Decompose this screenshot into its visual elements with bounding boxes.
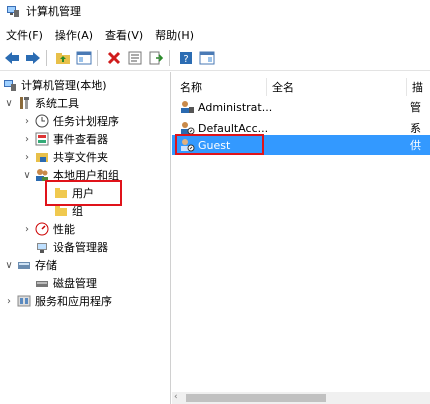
tree-label: 磁盘管理 — [53, 277, 97, 290]
scroll-left-icon[interactable]: ‹ — [174, 392, 178, 402]
toolbar-separator — [46, 50, 47, 66]
user-disabled-icon — [181, 122, 195, 135]
chevron-right-icon[interactable]: › — [22, 116, 32, 127]
show-hide-tree-icon[interactable] — [75, 49, 93, 67]
tree-item-performance[interactable]: › 性能 — [22, 220, 75, 238]
tree-item-task-scheduler[interactable]: › 任务计划程序 — [22, 112, 119, 130]
event-viewer-icon — [35, 132, 49, 146]
export-list-icon[interactable] — [147, 49, 165, 67]
tree-label: 计算机管理(本地) — [21, 79, 107, 92]
menu-bar: 文件(F) 操作(A) 查看(V) 帮助(H) — [0, 26, 430, 44]
forward-icon[interactable] — [24, 49, 42, 67]
tree-label: 共享文件夹 — [53, 151, 108, 164]
folder-icon — [55, 188, 67, 198]
user-description: 管 — [410, 101, 421, 114]
tree-item-services-apps[interactable]: › 服务和应用程序 — [4, 292, 112, 310]
tree-item-event-viewer[interactable]: › 事件查看器 — [22, 130, 108, 148]
column-divider[interactable] — [406, 78, 407, 96]
tree-label: 性能 — [53, 223, 75, 236]
horizontal-scrollbar[interactable]: ‹ — [172, 392, 430, 404]
chevron-right-icon[interactable]: › — [4, 296, 14, 307]
column-header-name[interactable]: 名称 — [180, 78, 202, 96]
tree-item-users[interactable]: 用户 — [54, 184, 94, 202]
chevron-right-icon[interactable]: › — [22, 224, 32, 235]
chevron-right-icon[interactable]: › — [22, 152, 32, 163]
chevron-down-icon[interactable]: ∨ — [4, 98, 14, 109]
window-title: 计算机管理 — [26, 5, 81, 18]
tree-label: 任务计划程序 — [53, 115, 119, 128]
menu-action[interactable]: 操作(A) — [55, 27, 93, 43]
chevron-down-icon[interactable]: ∨ — [22, 170, 32, 181]
tools-icon — [20, 97, 29, 109]
menu-help[interactable]: 帮助(H) — [155, 27, 194, 43]
help-icon[interactable]: ? — [177, 49, 195, 67]
storage-icon — [18, 262, 30, 269]
tree-item-disk-management[interactable]: 磁盘管理 — [35, 274, 97, 292]
user-description: 供 — [410, 139, 421, 152]
tree-label: 服务和应用程序 — [35, 295, 112, 308]
column-header-description[interactable]: 描 — [412, 78, 423, 96]
tree-item-storage[interactable]: ∨ 存储 — [4, 256, 57, 274]
back-icon[interactable] — [3, 49, 21, 67]
up-folder-icon[interactable] — [54, 49, 72, 67]
user-description: 系 — [410, 122, 421, 135]
table-row-administrator[interactable]: Administrat... 管 — [172, 97, 430, 117]
computer-management-icon — [4, 80, 16, 91]
tree-item-groups[interactable]: 组 — [54, 202, 83, 220]
folder-icon — [55, 206, 67, 216]
tree-label: 系统工具 — [35, 97, 79, 110]
column-header-fullname[interactable]: 全名 — [272, 78, 294, 96]
title-bar: 计算机管理 — [0, 0, 430, 22]
tree-item-computer-management[interactable]: 计算机管理(本地) — [3, 76, 107, 94]
tree-item-shared-folders[interactable]: › 共享文件夹 — [22, 148, 108, 166]
chevron-down-icon[interactable]: ∨ — [4, 260, 14, 271]
user-icon — [181, 101, 194, 113]
tree-label: 设备管理器 — [53, 241, 108, 254]
table-row-guest[interactable]: Guest 供 — [172, 135, 430, 155]
delete-icon[interactable] — [105, 49, 123, 67]
toolbar-separator — [97, 50, 98, 66]
column-divider[interactable] — [266, 78, 267, 96]
menu-view[interactable]: 查看(V) — [105, 27, 143, 43]
user-name: Guest — [198, 138, 231, 152]
user-name: DefaultAcc... — [198, 121, 269, 135]
toolbar: ? — [0, 46, 430, 71]
console-icon[interactable] — [198, 49, 216, 67]
navigation-tree: 计算机管理(本地) ∨ 系统工具 › 任务计划程序 › 事件查看器 › 共享文件… — [0, 72, 171, 404]
properties-icon[interactable] — [126, 49, 144, 67]
chevron-right-icon[interactable]: › — [22, 134, 32, 145]
svg-text:?: ? — [183, 54, 188, 65]
tree-label: 用户 — [72, 187, 94, 200]
tree-label: 存储 — [35, 259, 57, 272]
computer-management-icon — [7, 6, 19, 17]
device-manager-icon — [37, 243, 47, 253]
tree-item-local-users-groups[interactable]: ∨ 本地用户和组 — [22, 166, 119, 184]
scrollbar-thumb[interactable] — [186, 394, 326, 402]
performance-icon — [35, 222, 49, 236]
tree-item-system-tools[interactable]: ∨ 系统工具 — [4, 94, 79, 112]
toolbar-separator — [169, 50, 170, 66]
tree-item-device-manager[interactable]: 设备管理器 — [35, 238, 108, 256]
clock-icon — [35, 114, 49, 128]
disk-icon — [36, 281, 48, 287]
tree-label: 本地用户和组 — [53, 169, 119, 182]
menu-file[interactable]: 文件(F) — [6, 27, 43, 43]
shared-folder-icon — [36, 153, 48, 162]
user-disabled-icon — [181, 139, 195, 152]
users-icon — [36, 169, 48, 181]
user-list-pane: 名称 全名 描 Administrat... 管 DefaultAcc... 系… — [172, 72, 430, 404]
tree-label: 组 — [72, 205, 83, 218]
services-icon — [17, 295, 31, 307]
tree-label: 事件查看器 — [53, 133, 108, 146]
user-name: Administrat... — [198, 100, 273, 114]
